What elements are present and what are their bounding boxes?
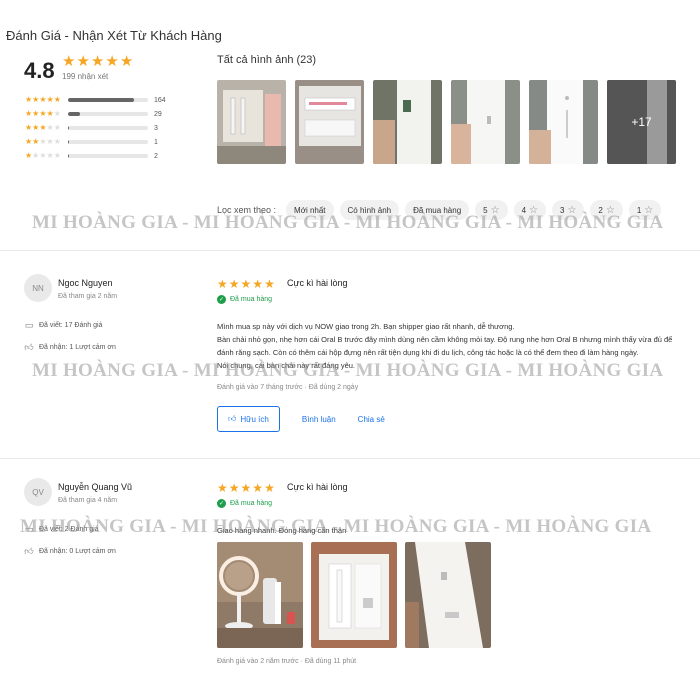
distribution-fill (68, 140, 70, 144)
star-icon: ★ (90, 53, 105, 70)
section-divider (0, 458, 700, 459)
review-photo[interactable] (311, 542, 397, 648)
avatar: QV (24, 478, 52, 506)
distribution-row-2[interactable]: ★ ★ ★ ★ ★ 1 (25, 135, 175, 149)
distribution-row-5[interactable]: ★ ★ ★ ★ ★ 164 (25, 93, 175, 107)
distribution-bar (68, 154, 148, 158)
thumbs-up-icon: 👍︎ (228, 414, 237, 423)
row-stars: ★ ★ ★ ★ ★ (25, 151, 61, 160)
more-photos-label: +17 (631, 115, 652, 129)
gallery-photo[interactable] (373, 80, 442, 164)
review-count: 199 nhận xét (62, 72, 109, 81)
share-button[interactable]: Chia sẻ (358, 415, 385, 424)
star-icon: ★ (228, 481, 240, 495)
gallery-photo[interactable] (451, 80, 520, 164)
star-icon: ★ (228, 277, 240, 291)
rating-distribution: ★ ★ ★ ★ ★ 164 ★ ★ ★ ★ ★ 29 ★ ★ ★ ★ ★ 3 ★ ★ ★ ★ ★ 1 ★ ★ ★ ★ ★… (25, 93, 175, 163)
review-title: Cực kì hài lòng (287, 278, 348, 288)
watermark-text: MI HOÀNG GIA - MI HOÀNG GIA - MI HOÀNG G… (32, 360, 664, 381)
distribution-row-3[interactable]: ★ ★ ★ ★ ★ 3 (25, 121, 175, 135)
watermark-text: MI HOÀNG GIA - MI HOÀNG GIA - MI HOÀNG G… (20, 516, 652, 537)
thumbs-up-icon: 👍︎ (24, 546, 34, 556)
distribution-bar (68, 126, 148, 130)
gallery-title: Tất cả hình ảnh (23) (217, 54, 317, 66)
star-icon: ★ (217, 277, 228, 291)
distribution-bar (68, 98, 148, 102)
distribution-fill (68, 126, 70, 130)
gallery-photo[interactable] (217, 80, 286, 164)
check-icon: ✓ (217, 499, 226, 508)
row-stars: ★ ★ ★ ★ ★ (25, 123, 61, 132)
distribution-bar (68, 112, 148, 116)
distribution-count: 3 (154, 124, 158, 132)
verified-badge: ✓ Đã mua hàng (217, 295, 273, 304)
verified-badge: ✓ Đã mua hàng (217, 499, 273, 508)
row-stars: ★ ★ ★ ★ ★ (25, 137, 61, 146)
star-icon: ★ (252, 481, 264, 495)
star-icon: ★ (240, 481, 252, 495)
helpful-button[interactable]: 👍︎ Hữu ích (217, 406, 280, 432)
gallery-photo[interactable] (529, 80, 598, 164)
check-icon: ✓ (217, 295, 226, 304)
comment-icon: ▭ (24, 320, 34, 330)
star-icon: ★ (217, 481, 228, 495)
page-title: Đánh Giá - Nhận Xét Từ Khách Hàng (6, 28, 222, 43)
review-actions: 👍︎ Hữu ích Bình luận Chia sẻ (217, 406, 385, 432)
star-icon: ★ (76, 53, 90, 70)
star-icon: ★ (240, 277, 252, 291)
row-stars: ★ ★ ★ ★ ★ (25, 109, 61, 118)
reviewer-name: Ngoc Nguyen (58, 278, 113, 288)
reviewer-joined: Đã tham gia 2 năm (58, 293, 118, 300)
distribution-fill (68, 98, 134, 102)
review-paragraph: Mình mua sp này với dịch vụ NOW giao tro… (217, 322, 515, 331)
reviewer-joined: Đã tham gia 4 năm (58, 497, 118, 504)
review-photos (217, 542, 491, 648)
reviewer-name: Nguyễn Quang Vũ (58, 482, 133, 492)
star-icon: ★ (119, 53, 134, 70)
avatar: NN (24, 274, 52, 302)
review-photo[interactable] (217, 542, 303, 648)
more-photos-button[interactable]: +17 (607, 80, 676, 164)
review-stars: ★ ★ ★ ★ ★ (217, 482, 275, 494)
thanks-received: 👍︎ Đã nhận: 1 Lượt cảm ơn (24, 342, 116, 352)
gallery-photo[interactable] (295, 80, 364, 164)
distribution-count: 29 (154, 110, 162, 118)
thumbs-up-icon: 👍︎ (24, 342, 34, 352)
average-stars: ★ ★ ★ ★ ★ (62, 54, 133, 69)
distribution-bar (68, 140, 148, 144)
reviews-written: ▭ Đã viết: 17 Đánh giá (24, 320, 103, 330)
average-score: 4.8 (24, 58, 55, 83)
distribution-fill (68, 154, 70, 158)
distribution-count: 164 (154, 96, 166, 104)
distribution-count: 2 (154, 152, 158, 160)
star-icon: ★ (264, 277, 275, 291)
photo-gallery: +17 (217, 80, 676, 164)
distribution-fill (68, 112, 80, 116)
review-paragraph: Bàn chải nhỏ gọn, nhẹ hơn cái Oral B trư… (217, 335, 673, 357)
star-icon: ★ (62, 53, 76, 70)
thanks-received: 👍︎ Đã nhận: 0 Lượt cảm ơn (24, 546, 116, 556)
star-icon: ★ (264, 481, 275, 495)
review-meta: Đánh giá vào 7 tháng trước · Đã dùng 2 n… (217, 384, 359, 391)
review-meta: Đánh giá vào 2 năm trước · Đã dùng 11 ph… (217, 658, 357, 665)
star-icon: ★ (105, 53, 119, 70)
watermark-text: MI HOÀNG GIA - MI HOÀNG GIA - MI HOÀNG G… (32, 212, 664, 233)
review-photo[interactable] (405, 542, 491, 648)
star-icon: ★ (252, 277, 264, 291)
review-stars: ★ ★ ★ ★ ★ (217, 278, 275, 290)
distribution-count: 1 (154, 138, 158, 146)
distribution-row-4[interactable]: ★ ★ ★ ★ ★ 29 (25, 107, 175, 121)
row-stars: ★ ★ ★ ★ ★ (25, 95, 61, 104)
review-title: Cực kì hài lòng (287, 482, 348, 492)
section-divider (0, 250, 700, 251)
distribution-row-1[interactable]: ★ ★ ★ ★ ★ 2 (25, 149, 175, 163)
comment-button[interactable]: Bình luận (302, 415, 336, 424)
